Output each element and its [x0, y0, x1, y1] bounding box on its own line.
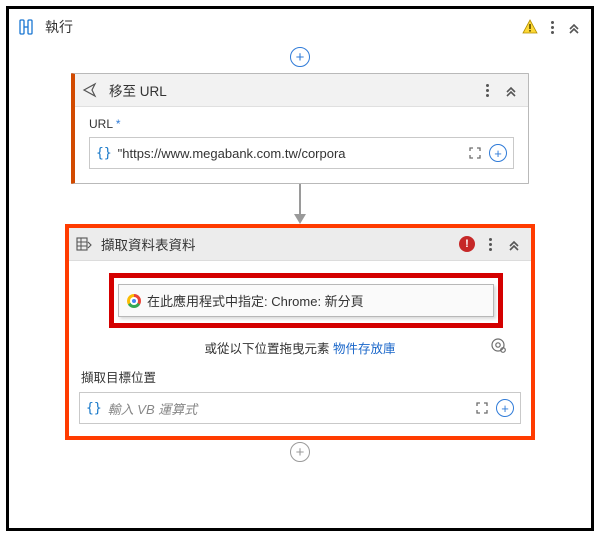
required-star: *: [116, 117, 121, 131]
indicate-in-chrome-button[interactable]: 在此應用程式中指定: Chrome: 新分頁: [118, 284, 494, 317]
expand-editor-icon[interactable]: [467, 145, 483, 161]
expression-braces-icon: {}: [86, 401, 102, 416]
warning-icon[interactable]: [521, 18, 539, 36]
extract-data-card: 擷取資料表資料 ! 在此應用程式中指定: Chrome: 新分頁 或從以下位置拖…: [65, 224, 535, 440]
extract-target-label: 擷取目標位置: [79, 365, 521, 392]
go-to-url-icon: [81, 80, 101, 100]
extract-target-input[interactable]: {} 輸入 VB 運算式 +: [79, 392, 521, 424]
go-to-url-collapse-icon[interactable]: [502, 81, 520, 99]
flow-connector: [17, 184, 583, 224]
extract-target-placeholder: 輸入 VB 運算式: [108, 399, 468, 418]
highlight-box: 在此應用程式中指定: Chrome: 新分頁: [109, 273, 503, 328]
header-collapse-icon[interactable]: [565, 18, 583, 36]
extract-data-icon: [75, 235, 93, 253]
go-to-url-more-menu[interactable]: [480, 84, 494, 97]
target-selector-icon[interactable]: [489, 336, 507, 354]
object-repository-link[interactable]: 物件存放庫: [333, 342, 396, 356]
error-badge[interactable]: !: [459, 236, 475, 252]
indicate-in-chrome-label: 在此應用程式中指定: Chrome: 新分頁: [147, 291, 364, 310]
url-add-button[interactable]: +: [489, 144, 507, 162]
url-field-label: URL *: [89, 117, 514, 131]
header-title: 執行: [45, 17, 73, 37]
go-to-url-title: 移至 URL: [109, 80, 472, 100]
drag-hint-text: 或從以下位置拖曳元素: [205, 342, 333, 356]
add-activity-bottom-button[interactable]: +: [290, 442, 310, 462]
go-to-url-card: 移至 URL URL * {} "https://www.megabank.co…: [71, 73, 529, 184]
extract-collapse-icon[interactable]: [505, 235, 523, 253]
extract-data-title: 擷取資料表資料: [101, 234, 451, 254]
header-more-menu[interactable]: [545, 21, 559, 34]
extract-more-menu[interactable]: [483, 238, 497, 251]
url-input[interactable]: {} "https://www.megabank.com.tw/corpora …: [89, 137, 514, 169]
expand-editor-icon[interactable]: [474, 400, 490, 416]
extract-target-add-button[interactable]: +: [496, 399, 514, 417]
chrome-icon: [127, 294, 141, 308]
url-input-value: "https://www.megabank.com.tw/corpora: [118, 146, 461, 161]
expression-braces-icon: {}: [96, 146, 112, 161]
add-activity-top-button[interactable]: +: [290, 47, 310, 67]
execute-icon: [17, 18, 35, 36]
